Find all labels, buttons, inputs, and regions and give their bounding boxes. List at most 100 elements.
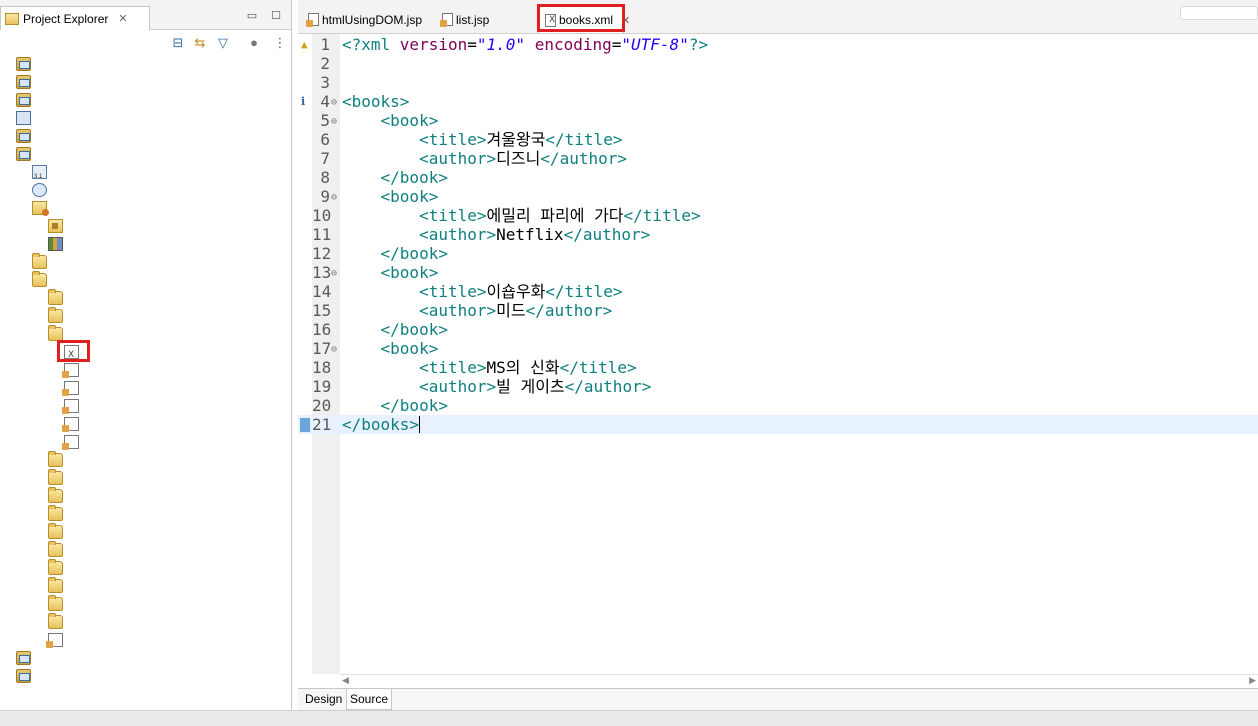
code-line[interactable]: 18 <title>MS의 신화</title>	[298, 358, 1258, 377]
tree-item[interactable]	[0, 649, 291, 667]
tree-item[interactable]	[0, 181, 291, 199]
code-line[interactable]: 6 <title>겨울왕국</title>	[298, 130, 1258, 149]
project-icon	[16, 669, 31, 683]
code-line[interactable]: 3	[298, 73, 1258, 92]
warning-icon[interactable]: ▲	[301, 35, 308, 54]
tree-item[interactable]	[0, 199, 291, 217]
fold-toggle-icon[interactable]: ⊖	[331, 112, 339, 131]
tree-item[interactable]	[0, 325, 291, 343]
code-line[interactable]: 9 ⊖ <book>	[298, 187, 1258, 206]
collapse-all-icon[interactable]: ⊟	[170, 35, 186, 51]
horizontal-scrollbar[interactable]: ◀ ▶	[340, 674, 1258, 688]
code-line[interactable]: 11 <author>Netflix</author>	[298, 225, 1258, 244]
code-line[interactable]: 15 <author>미드</author>	[298, 301, 1258, 320]
code-line[interactable]: 12 </book>	[298, 244, 1258, 263]
jres-icon	[32, 201, 49, 216]
code-line[interactable]: 13 ⊖ <book>	[298, 263, 1258, 282]
code-line[interactable]: 21 </books>	[298, 415, 1258, 434]
view-menu-icon[interactable]: ⋮	[272, 35, 288, 51]
focus-icon[interactable]: ●	[246, 35, 262, 51]
code-line[interactable]: 19 <author>빌 게이츠</author>	[298, 377, 1258, 396]
code-token: </book>	[380, 244, 448, 263]
fold-toggle-icon[interactable]: ⊖	[331, 264, 339, 283]
code-token: <title>	[419, 130, 487, 149]
maximize-icon[interactable]: ☐	[270, 10, 282, 22]
tree-item[interactable]	[0, 541, 291, 559]
dd-icon	[32, 165, 47, 186]
tree-item[interactable]	[0, 91, 291, 109]
tree-item[interactable]	[0, 595, 291, 613]
scroll-left-icon[interactable]: ◀	[342, 675, 349, 686]
folder-icon	[48, 451, 63, 467]
tree-item[interactable]	[0, 55, 291, 73]
minimize-icon[interactable]: ▭	[246, 10, 258, 22]
close-icon[interactable]: ✕	[118, 12, 127, 25]
code-line[interactable]: 5 ⊖ <book>	[298, 111, 1258, 130]
tree-item[interactable]	[0, 217, 291, 235]
tree-item[interactable]	[0, 307, 291, 325]
tree-item[interactable]	[0, 73, 291, 91]
code-text: </book>	[342, 396, 448, 415]
marker-icon[interactable]	[300, 418, 310, 432]
filter-icon[interactable]: ▽	[215, 35, 231, 51]
tab-htmlusingdom-jsp[interactable]: htmlUsingDOM.jsp	[302, 6, 432, 33]
tab-source[interactable]: Source	[346, 689, 393, 710]
code-line[interactable]: 17 ⊖ <book>	[298, 339, 1258, 358]
link-with-editor-icon[interactable]: ⇆	[192, 35, 208, 51]
code-line[interactable]: 2	[298, 54, 1258, 73]
code-line[interactable]: 16 </book>	[298, 320, 1258, 339]
fold-toggle-icon[interactable]: ⊖	[331, 340, 339, 359]
tree-item[interactable]	[0, 271, 291, 289]
line-number: 8	[320, 168, 330, 187]
tree-item[interactable]	[0, 487, 291, 505]
tree-item[interactable]	[0, 505, 291, 523]
tree-item[interactable]	[0, 469, 291, 487]
tree-item[interactable]	[0, 127, 291, 145]
fold-toggle-icon[interactable]: ⊖	[331, 93, 339, 112]
fold-toggle-icon[interactable]: ⊖	[331, 188, 339, 207]
tree-item[interactable]	[0, 235, 291, 253]
tree-item[interactable]	[0, 451, 291, 469]
tree-item[interactable]	[0, 415, 291, 433]
code-line[interactable]: 20 </book>	[298, 396, 1258, 415]
tab-books-xml[interactable]: books.xml✕	[537, 4, 630, 33]
code-line[interactable]: 8 </book>	[298, 168, 1258, 187]
tree-item[interactable]	[0, 109, 291, 127]
editor-corner-control[interactable]	[1180, 6, 1258, 20]
jsp-icon	[62, 417, 79, 432]
tree-item[interactable]	[0, 397, 291, 415]
tree-item[interactable]	[0, 523, 291, 541]
tree-item[interactable]	[0, 379, 291, 397]
xml-source-editor[interactable]: ▲ 1 <?xml version="1.0" encoding="UTF-8"?>…	[298, 34, 1258, 674]
tree-item[interactable]	[0, 433, 291, 451]
tree-item[interactable]	[0, 631, 291, 649]
tree-item[interactable]	[0, 577, 291, 595]
code-line[interactable]: 7 <author>디즈니</author>	[298, 149, 1258, 168]
info-icon[interactable]: i	[301, 92, 305, 111]
code-line[interactable]: 14 <title>이숍우화</title>	[298, 282, 1258, 301]
tree-item[interactable]	[0, 559, 291, 577]
servers-icon	[16, 111, 31, 125]
tab-list-jsp[interactable]: list.jsp	[436, 6, 530, 33]
tree-item[interactable]	[0, 145, 291, 163]
tree-item[interactable]	[0, 340, 291, 364]
tab-design[interactable]: Design	[302, 689, 345, 710]
tree-item[interactable]	[0, 289, 291, 307]
tree-item[interactable]	[0, 667, 291, 685]
code-token: <book>	[380, 263, 439, 282]
tab-project-explorer[interactable]: Project Explorer ✕	[0, 6, 150, 30]
code-line[interactable]: ▲ 1 <?xml version="1.0" encoding="UTF-8"?>	[298, 35, 1258, 54]
tree-item[interactable]	[0, 253, 291, 271]
project-explorer-icon	[5, 12, 19, 25]
code-line[interactable]: i 4 ⊖ <books>	[298, 92, 1258, 111]
tree-item[interactable]	[0, 163, 291, 186]
tree-item[interactable]	[0, 613, 291, 631]
project-explorer-panel: Project Explorer ✕ ▭ ☐ ⊟ ⇆ ▽ ● ⋮	[0, 0, 292, 726]
code-line[interactable]: 10 <title>에밀리 파리에 가다</title>	[298, 206, 1258, 225]
tree-item[interactable]	[0, 361, 291, 379]
scroll-right-icon[interactable]: ▶	[1249, 675, 1256, 686]
